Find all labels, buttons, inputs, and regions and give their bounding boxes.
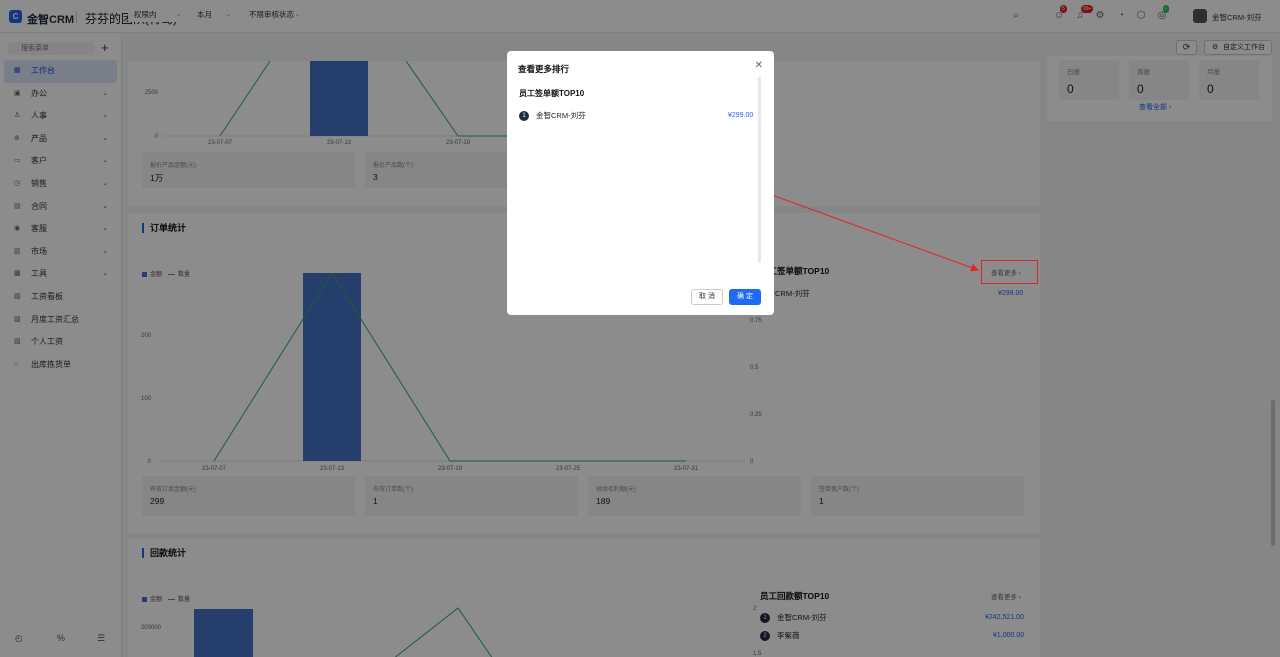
modal-subtitle: 员工签单额TOP10 [519,89,585,98]
ranking-name: 金智CRM-刘芬 [536,111,586,120]
modal-scrollbar[interactable] [758,77,761,263]
close-icon[interactable]: ✕ [755,60,763,71]
ranking-amount: ¥299.00 [728,112,754,119]
rank-number: 1 [519,111,529,122]
ranking-modal: 查看更多排行 ✕ 员工签单额TOP10 1 金智CRM-刘芬 ¥299.00 取 … [507,51,774,315]
modal-title: 查看更多排行 [518,64,570,74]
ranking-row: 1 金智CRM-刘芬 [519,110,586,122]
cancel-button[interactable]: 取 消 [691,289,723,305]
annotation-box [981,260,1038,284]
confirm-button[interactable]: 确 定 [729,289,761,305]
